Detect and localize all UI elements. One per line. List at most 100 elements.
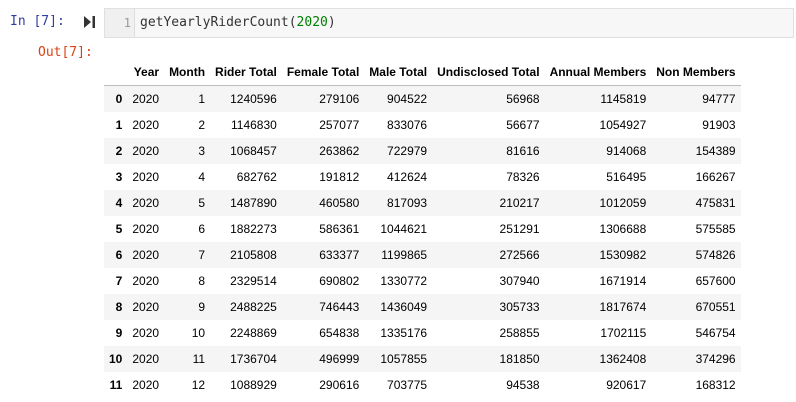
table-cell: 633377 xyxy=(319,248,360,262)
line-gutter: 1 xyxy=(105,9,135,37)
table-cell: 210217 xyxy=(499,196,540,210)
table-cell: 1146830 xyxy=(231,118,277,132)
table-cell: 305733 xyxy=(499,300,540,314)
line-number: 1 xyxy=(123,16,131,30)
run-cell-icon[interactable] xyxy=(84,15,96,29)
table-cell: 1306688 xyxy=(599,222,647,236)
row-index: 10 xyxy=(109,352,123,366)
table-cell: 2020 xyxy=(132,92,160,106)
table-header-row: Year Month Rider Total Female Total Male… xyxy=(104,59,741,86)
column-header: Annual Members xyxy=(544,59,652,86)
table-cell: 1057855 xyxy=(380,352,428,366)
table-cell: 9 xyxy=(198,300,206,314)
table-row: 4 2020 5 1487890 460580 817093 210217 1012059 47… xyxy=(104,190,741,216)
table-cell: 682762 xyxy=(236,170,277,184)
table-cell: 5 xyxy=(198,196,206,210)
table-cell: 1736704 xyxy=(230,352,277,366)
table-cell: 496999 xyxy=(319,352,360,366)
table-cell: 920617 xyxy=(606,378,647,392)
row-index: 0 xyxy=(115,92,123,106)
table-cell: 2105808 xyxy=(230,248,277,262)
table-cell: 10 xyxy=(191,326,206,340)
table-cell: 657600 xyxy=(695,274,736,288)
code-input-cell[interactable]: 1 getYearlyRiderCount(2020) xyxy=(104,8,794,38)
column-header: Undisclosed Total xyxy=(432,59,545,86)
table-cell: 2020 xyxy=(132,118,160,132)
table-cell: 2020 xyxy=(132,378,160,392)
row-index: 1 xyxy=(115,118,123,132)
table-cell: 374296 xyxy=(695,352,736,366)
table-cell: 94777 xyxy=(702,92,736,106)
table-cell: 722979 xyxy=(387,144,428,158)
table-cell: 516495 xyxy=(606,170,647,184)
table-cell: 2020 xyxy=(132,196,160,210)
table-cell: 1088929 xyxy=(230,378,277,392)
table-cell: 94538 xyxy=(506,378,540,392)
table-cell: 1335176 xyxy=(380,326,428,340)
table-row: 9 2020 10 2248869 654838 1335176 258855 1702115… xyxy=(104,320,741,346)
index-header xyxy=(104,59,128,86)
table-cell: 2248869 xyxy=(230,326,277,340)
table-cell: 2020 xyxy=(132,352,160,366)
row-index: 11 xyxy=(109,378,123,392)
table-cell: 575585 xyxy=(695,222,736,236)
table-cell: 475831 xyxy=(695,196,736,210)
table-cell: 690802 xyxy=(319,274,360,288)
code-close-paren: ) xyxy=(327,15,336,30)
code-function-call: getYearlyRiderCount( xyxy=(140,15,297,30)
table-cell: 817093 xyxy=(387,196,428,210)
table-cell: 91903 xyxy=(702,118,736,132)
row-index: 5 xyxy=(115,222,123,236)
table-cell: 8 xyxy=(198,274,206,288)
table-cell: 914068 xyxy=(606,144,647,158)
input-prompt: In [7]: xyxy=(10,14,65,29)
table-cell: 1487890 xyxy=(230,196,277,210)
table-cell: 279106 xyxy=(319,92,360,106)
table-cell: 307940 xyxy=(499,274,540,288)
table-row: 10 2020 11 1736704 496999 1057855 181850 136240… xyxy=(104,346,741,372)
table-cell: 703775 xyxy=(387,378,428,392)
table-row: 11 2020 12 1088929 290616 703775 94538 920617 16… xyxy=(104,372,741,398)
table-cell: 2020 xyxy=(132,248,160,262)
table-cell: 1012059 xyxy=(599,196,647,210)
table-row: 6 2020 7 2105808 633377 1199865 272566 1530982 5… xyxy=(104,242,741,268)
table-cell: 258855 xyxy=(499,326,540,340)
table-cell: 56677 xyxy=(506,118,540,132)
table-cell: 168312 xyxy=(695,378,736,392)
row-index: 2 xyxy=(115,144,123,158)
table-row: 7 2020 8 2329514 690802 1330772 307940 1671914 6… xyxy=(104,268,741,294)
table-cell: 290616 xyxy=(319,378,360,392)
table-cell: 904522 xyxy=(387,92,428,106)
dataframe-table: Year Month Rider Total Female Total Male… xyxy=(104,59,741,398)
column-header: Female Total xyxy=(281,59,365,86)
table-cell: 3 xyxy=(198,144,206,158)
table-cell: 6 xyxy=(198,222,206,236)
code-line: getYearlyRiderCount(2020) xyxy=(140,15,336,30)
table-cell: 1044621 xyxy=(380,222,428,236)
table-cell: 272566 xyxy=(499,248,540,262)
table-cell: 2020 xyxy=(132,300,160,314)
table-cell: 746443 xyxy=(319,300,360,314)
table-cell: 191812 xyxy=(319,170,360,184)
table-cell: 181850 xyxy=(499,352,540,366)
table-cell: 2329514 xyxy=(230,274,277,288)
column-header: Rider Total xyxy=(210,59,282,86)
table-cell: 412624 xyxy=(387,170,428,184)
row-index: 9 xyxy=(115,326,123,340)
table-cell: 1671914 xyxy=(599,274,647,288)
table-cell: 263862 xyxy=(319,144,360,158)
table-cell: 7 xyxy=(198,248,206,262)
table-cell: 1530982 xyxy=(599,248,647,262)
table-row: 1 2020 2 1146830 257077 833076 56677 1054927 919… xyxy=(104,112,741,138)
table-cell: 2020 xyxy=(132,144,160,158)
column-header: Month xyxy=(164,59,211,86)
column-header: Year xyxy=(127,59,165,86)
table-cell: 1240596 xyxy=(230,92,277,106)
table-cell: 1330772 xyxy=(380,274,428,288)
table-cell: 4 xyxy=(198,170,206,184)
table-cell: 154389 xyxy=(695,144,736,158)
table-cell: 12 xyxy=(191,378,206,392)
table-cell: 833076 xyxy=(387,118,428,132)
row-index: 6 xyxy=(115,248,123,262)
table-cell: 2488225 xyxy=(230,300,277,314)
